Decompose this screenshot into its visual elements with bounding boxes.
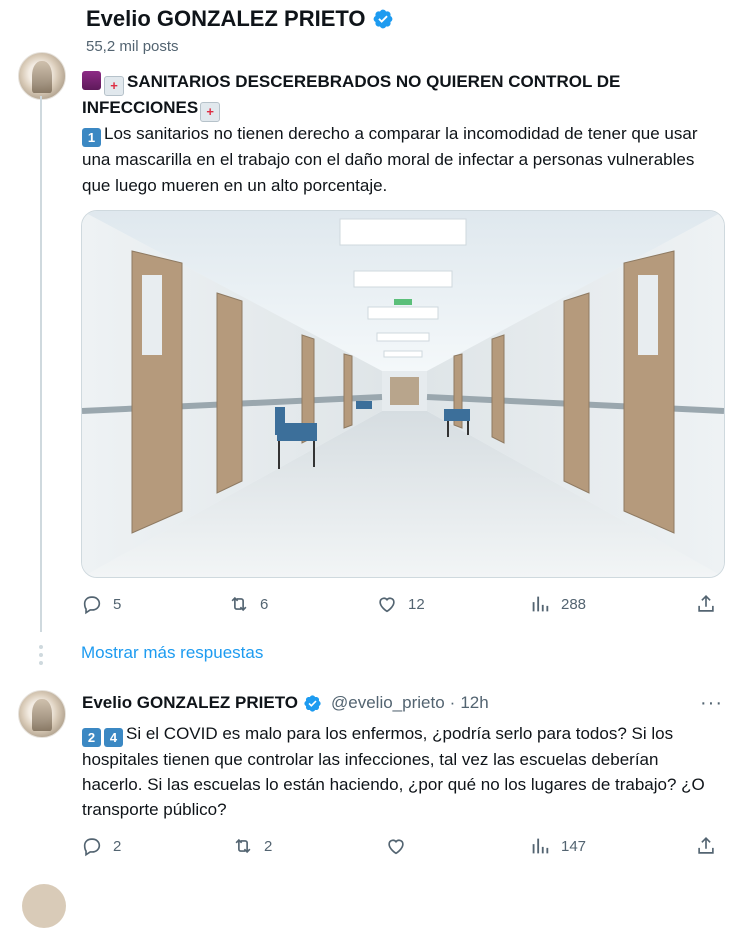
views-button[interactable]: 147 bbox=[529, 835, 586, 857]
reply-body-text: Si el COVID es malo para los enfermos, ¿… bbox=[82, 724, 705, 819]
repost-icon bbox=[235, 838, 251, 854]
separator-dot: · bbox=[449, 693, 456, 712]
repost-count: 6 bbox=[260, 595, 269, 613]
share-icon bbox=[698, 595, 714, 612]
like-count: 12 bbox=[408, 595, 425, 613]
repost-count: 2 bbox=[264, 837, 273, 855]
reply-count: 5 bbox=[113, 595, 122, 613]
heart-icon bbox=[379, 597, 395, 613]
repost-button[interactable]: 6 bbox=[228, 593, 268, 615]
heart-icon bbox=[388, 839, 404, 855]
share-button[interactable] bbox=[695, 835, 717, 857]
profile-name-row: Evelio GONZALEZ PRIETO bbox=[86, 6, 394, 32]
keycap-number-badge: 4 bbox=[104, 728, 123, 747]
views-count: 288 bbox=[561, 595, 587, 613]
tweet-title: + SANITARIOS DESCEREBRADOS NO QUIEREN CON… bbox=[82, 70, 702, 122]
reply-icon bbox=[83, 838, 101, 857]
hospital-icon: + bbox=[104, 76, 124, 96]
share-button[interactable] bbox=[695, 593, 717, 615]
posts-count: 55,2 mil posts bbox=[86, 38, 179, 55]
views-count: 147 bbox=[561, 837, 587, 855]
share-icon bbox=[698, 837, 714, 854]
reply-button[interactable]: 2 bbox=[81, 835, 121, 857]
repost-button[interactable]: 2 bbox=[232, 835, 272, 857]
views-chart-icon bbox=[532, 838, 549, 854]
profile-name: Evelio GONZALEZ PRIETO bbox=[86, 6, 366, 31]
reply-count: 2 bbox=[113, 837, 122, 855]
avatar[interactable] bbox=[18, 690, 66, 738]
reply-handle[interactable]: @evelio_prieto bbox=[331, 693, 445, 713]
like-button[interactable]: 12 bbox=[376, 593, 425, 615]
verified-badge-icon bbox=[303, 694, 322, 713]
reply-author-name[interactable]: Evelio GONZALEZ PRIETO bbox=[82, 693, 298, 713]
like-button[interactable] bbox=[385, 835, 417, 857]
avatar[interactable] bbox=[18, 52, 66, 100]
reply-body: 2 4 Si el COVID es malo para los enfermos,… bbox=[82, 721, 722, 822]
thread-dot bbox=[39, 661, 43, 665]
reply-icon bbox=[83, 596, 101, 615]
views-button[interactable]: 288 bbox=[529, 593, 586, 615]
more-options-icon[interactable]: ··· bbox=[700, 692, 723, 715]
thread-dot bbox=[39, 653, 43, 657]
hospital-corridor-photo[interactable] bbox=[81, 210, 725, 578]
avatar[interactable] bbox=[22, 884, 66, 928]
reply-time[interactable]: 12h bbox=[460, 693, 488, 713]
keycap-number-badge: 1 bbox=[82, 128, 101, 147]
reply-author-row: Evelio GONZALEZ PRIETO @evelio_prieto · … bbox=[82, 693, 489, 713]
thread-line bbox=[40, 96, 42, 632]
tweet-body-text: Los sanitarios no tienen derecho a compa… bbox=[82, 124, 698, 195]
hospital-icon: + bbox=[200, 102, 221, 122]
thread-dot bbox=[39, 645, 43, 649]
keycap-number-badge: 2 bbox=[82, 728, 101, 747]
reply-button[interactable]: 5 bbox=[81, 593, 121, 615]
profile-header: Evelio GONZALEZ PRIETO 55,2 mil posts bbox=[0, 0, 740, 62]
tweet-body: 1 Los sanitarios no tienen derecho a comp… bbox=[82, 121, 712, 199]
tweet-title-text: SANITARIOS DESCEREBRADOS NO QUIEREN CONT… bbox=[82, 72, 621, 117]
thread-icon bbox=[82, 71, 101, 90]
verified-badge-icon bbox=[372, 8, 394, 30]
show-more-replies-link[interactable]: Mostrar más respuestas bbox=[81, 643, 263, 663]
repost-icon bbox=[231, 596, 247, 612]
views-chart-icon bbox=[532, 596, 549, 612]
